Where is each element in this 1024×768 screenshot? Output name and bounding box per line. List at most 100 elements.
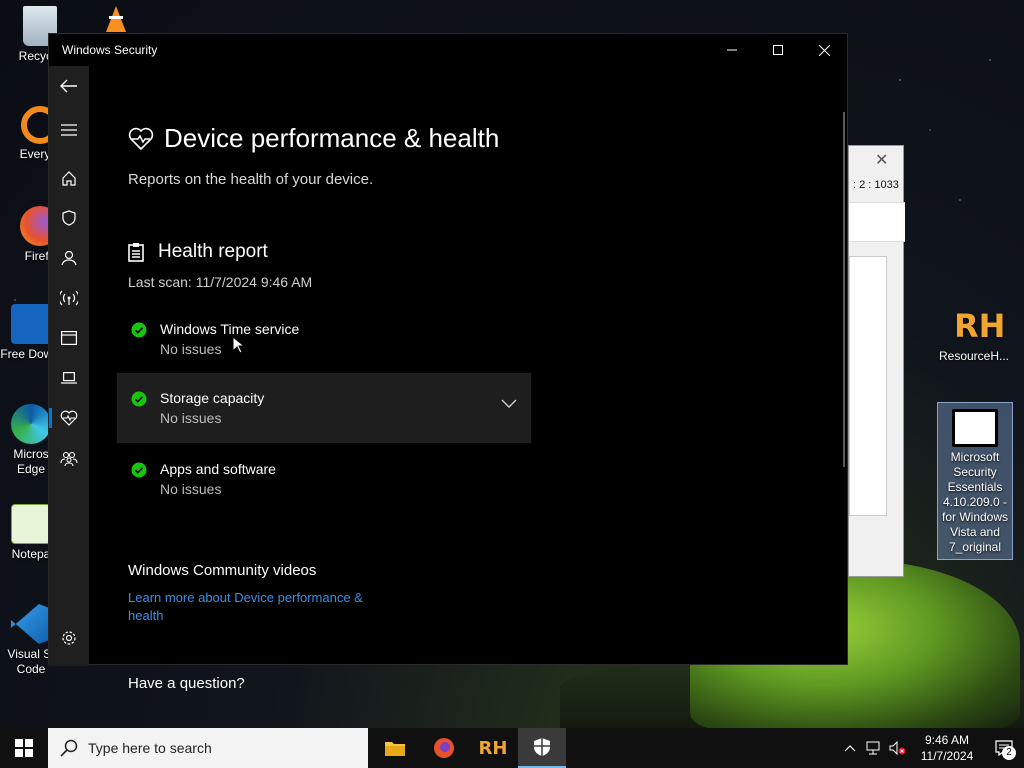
- health-item-apps-software[interactable]: Apps and software No issues: [117, 444, 531, 514]
- community-videos-title: Windows Community videos: [128, 562, 317, 579]
- sidebar-item-app-browser-control[interactable]: [49, 320, 89, 356]
- edge-icon: [11, 404, 51, 444]
- sidebar-item-firewall[interactable]: [49, 280, 89, 316]
- laptop-icon: [61, 372, 77, 384]
- back-arrow-icon: [60, 79, 77, 93]
- desktop-icon-label: Microsoft Security Essentials 4.10.209.0…: [941, 450, 1009, 554]
- sidebar-item-device-performance[interactable]: [49, 400, 89, 436]
- sidebar-item-family-options[interactable]: [49, 440, 89, 476]
- health-report-header: Health report: [128, 241, 268, 263]
- hamburger-icon: [61, 124, 77, 136]
- health-item-time-service[interactable]: Windows Time service No issues: [117, 304, 531, 374]
- volume-button[interactable]: [886, 728, 910, 768]
- person-icon: [61, 250, 77, 266]
- system-tray: 9:46 AM 11/7/2024 2: [838, 728, 1024, 768]
- volume-muted-icon: [889, 741, 906, 755]
- desktop-icon-label: Micros Edge: [13, 447, 49, 476]
- taskbar-search-box[interactable]: Type here to search: [48, 728, 368, 768]
- sidebar-item-settings[interactable]: [49, 620, 89, 656]
- check-circle-icon: [131, 462, 147, 478]
- heart-pulse-icon: [128, 127, 154, 150]
- browser-window-icon: [61, 331, 77, 345]
- taskbar-windows-security[interactable]: [518, 728, 566, 768]
- health-item-status: No issues: [160, 481, 222, 497]
- back-button[interactable]: [49, 68, 89, 104]
- desktop-icon-label: Notepa: [11, 547, 51, 561]
- background-window-list: [849, 256, 887, 516]
- shield-icon: [534, 738, 550, 756]
- sidebar-nav: [49, 66, 89, 666]
- health-item-storage-capacity[interactable]: Storage capacity No issues: [117, 373, 531, 443]
- maximize-button[interactable]: [755, 34, 801, 66]
- search-placeholder: Type here to search: [88, 740, 212, 756]
- desktop-icon-security-essentials[interactable]: Microsoft Security Essentials 4.10.209.0…: [937, 402, 1013, 560]
- mouse-cursor-icon: [232, 336, 244, 354]
- download-manager-icon: [11, 304, 51, 344]
- have-a-question-title: Have a question?: [128, 675, 245, 692]
- family-icon: [60, 451, 78, 466]
- show-hidden-icons-button[interactable]: [838, 728, 862, 768]
- vscode-icon: [11, 604, 51, 644]
- close-icon[interactable]: ✕: [875, 150, 888, 170]
- desktop-icon-label: ResourceH...: [938, 349, 1010, 363]
- notepad-icon: [11, 504, 51, 544]
- start-button[interactable]: [0, 728, 48, 768]
- folder-icon: [385, 742, 405, 756]
- desktop-icon-resourcehacker[interactable]: RH ResourceH...: [934, 306, 1014, 364]
- check-circle-icon: [131, 391, 147, 407]
- installer-icon: [952, 409, 998, 447]
- windows-logo-icon: [15, 739, 33, 757]
- search-icon: [60, 739, 78, 757]
- minimize-icon: [727, 49, 737, 51]
- minimize-button[interactable]: [709, 34, 755, 66]
- gear-icon: [62, 631, 76, 645]
- page-subtitle: Reports on the health of your device.: [128, 171, 374, 188]
- last-scan-text: Last scan: 11/7/2024 9:46 AM: [128, 274, 313, 290]
- menu-button[interactable]: [49, 112, 89, 148]
- chevron-down-icon[interactable]: [501, 399, 517, 409]
- network-icon: [866, 741, 880, 755]
- learn-more-link[interactable]: Learn more about Device performance & he…: [128, 589, 388, 625]
- health-item-name: Storage capacity: [160, 390, 265, 406]
- clock-time: 9:46 AM: [924, 733, 970, 747]
- home-icon: [62, 171, 76, 186]
- wireless-icon: [60, 290, 78, 306]
- sidebar-item-virus-protection[interactable]: [49, 200, 89, 236]
- resourcehacker-icon: RH: [478, 737, 508, 759]
- sidebar-item-device-security[interactable]: [49, 360, 89, 396]
- background-window-panel: [849, 202, 905, 242]
- clock-date: 11/7/2024: [920, 749, 974, 763]
- taskbar-firefox[interactable]: [420, 728, 468, 768]
- vlc-icon[interactable]: [104, 6, 128, 32]
- firefox-icon: [434, 738, 454, 758]
- close-icon: [818, 44, 830, 56]
- window-title: Windows Security: [62, 43, 158, 57]
- resourcehacker-icon: RH: [954, 307, 1006, 345]
- health-item-name: Apps and software: [160, 461, 276, 477]
- health-report-title: Health report: [158, 241, 268, 262]
- scrollbar[interactable]: [843, 112, 845, 467]
- page-title: Device performance & health: [164, 123, 500, 153]
- heart-pulse-icon: [60, 410, 78, 426]
- windows-security-window: Windows Security Device performance & he…: [48, 33, 848, 692]
- background-window[interactable]: ✕ : 2 : 1033: [848, 145, 905, 577]
- check-circle-icon: [131, 322, 147, 338]
- taskbar-clock[interactable]: 9:46 AM 11/7/2024: [910, 732, 984, 764]
- close-button[interactable]: [801, 34, 847, 66]
- taskbar-resourcehacker[interactable]: RH: [469, 728, 517, 768]
- page-header: Device performance & health: [128, 123, 499, 154]
- health-item-status: No issues: [160, 341, 222, 357]
- network-button[interactable]: [862, 728, 886, 768]
- taskbar: Type here to search RH 9:46 AM 11/7/2024…: [0, 728, 1024, 768]
- chevron-up-icon: [844, 745, 856, 752]
- maximize-icon: [773, 45, 783, 55]
- shield-icon: [62, 210, 76, 226]
- notification-count-badge: 2: [1002, 746, 1016, 760]
- health-item-status: No issues: [160, 410, 222, 426]
- title-bar[interactable]: Windows Security: [49, 34, 847, 66]
- taskbar-file-explorer[interactable]: [371, 728, 419, 768]
- sidebar-item-account-protection[interactable]: [49, 240, 89, 276]
- action-center-button[interactable]: 2: [984, 728, 1024, 768]
- sidebar-item-home[interactable]: [49, 160, 89, 196]
- health-item-name: Windows Time service: [160, 321, 300, 337]
